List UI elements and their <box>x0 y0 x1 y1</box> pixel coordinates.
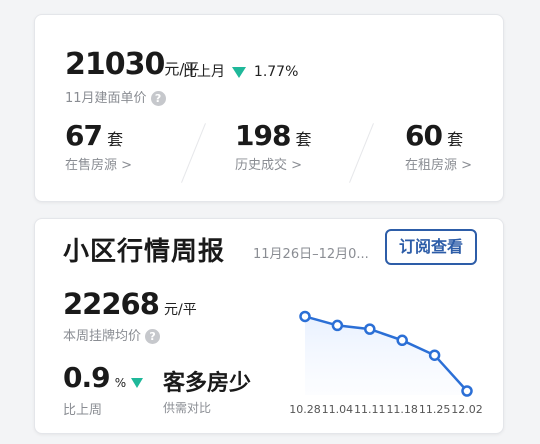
wow-row: 0.9 % <box>63 361 144 394</box>
stat-value: 198 <box>235 119 291 152</box>
chart-area-fill <box>305 316 467 395</box>
weekly-price-caption: 本周挂牌均价 <box>63 329 142 344</box>
divider <box>181 123 206 183</box>
wow-caption: 比上周 <box>63 403 103 418</box>
chart-point <box>396 334 408 347</box>
weekly-price-unit: 元/平 <box>164 302 197 318</box>
chart-x-tick-label: 11.11 <box>354 403 386 416</box>
price-value: 21030 <box>65 47 165 82</box>
question-circle-icon[interactable]: ? <box>145 329 161 344</box>
chart-point <box>364 323 376 335</box>
report-title: 小区行情周报 <box>63 237 226 267</box>
supply-demand-value: 客多房少 <box>163 371 252 396</box>
stat-unit: 套 <box>295 130 312 149</box>
stat-unit: 套 <box>447 130 464 149</box>
chart-x-tick-label: 11.18 <box>386 403 418 416</box>
wow-value: 0.9 <box>63 361 111 394</box>
price-summary-card: 21030元/平 比上月 1.77% 11月建面单价? 67 套 在售房源 > … <box>34 14 504 202</box>
chevron-right-icon: > <box>291 158 303 173</box>
supply-demand-caption: 供需对比 <box>163 401 212 415</box>
chart-x-tick-label: 10.28 <box>289 403 321 416</box>
chevron-right-icon: > <box>461 158 473 173</box>
chart-point <box>299 310 311 323</box>
weekly-price-caption-row: 本周挂牌均价? <box>63 325 161 344</box>
stat-for-rent[interactable]: 60 套 在租房源 > <box>405 119 472 173</box>
subscribe-button[interactable]: 订阅查看 <box>385 229 477 265</box>
chart-x-tick-label: 12.02 <box>451 403 483 416</box>
triangle-down-icon <box>232 66 247 78</box>
stat-value: 67 <box>65 119 103 152</box>
stat-label: 历史成交 <box>235 158 288 173</box>
question-circle-icon[interactable]: ? <box>150 91 166 106</box>
weekly-report-card: 小区行情周报 11月26日–12月0... 订阅查看 22268 元/平 本周挂… <box>34 218 504 434</box>
chevron-right-icon: > <box>121 158 133 173</box>
mom-change: 比上月 1.77% <box>183 61 298 81</box>
price-caption-row: 11月建面单价? <box>65 87 166 106</box>
mom-change-value: 1.77% <box>253 64 299 80</box>
chart-point <box>331 319 344 332</box>
mom-label: 比上月 <box>183 64 225 80</box>
chart-point <box>461 385 473 397</box>
stat-unit: 套 <box>107 130 124 149</box>
price-caption: 11月建面单价 <box>65 91 147 106</box>
weekly-price-row: 22268 元/平 <box>63 287 197 321</box>
report-date-range: 11月26日–12月0... <box>253 247 369 262</box>
divider <box>349 123 374 183</box>
stat-history-deals[interactable]: 198 套 历史成交 > <box>235 119 312 173</box>
wow-unit: % <box>114 376 127 390</box>
stat-value: 60 <box>405 119 443 152</box>
chart-point <box>428 349 441 361</box>
chart-x-tick-label: 11.25 <box>419 403 451 416</box>
stat-label: 在租房源 <box>405 158 458 173</box>
weekly-price-value: 22268 <box>63 287 160 321</box>
price-trend-chart: 10.28 11.04 11.11 11.18 11.25 12.02 <box>289 310 483 416</box>
price-row: 21030元/平 <box>65 47 199 82</box>
triangle-down-icon <box>131 377 144 388</box>
chart-x-tick-label: 11.04 <box>322 403 354 416</box>
stat-for-sale[interactable]: 67 套 在售房源 > <box>65 119 132 173</box>
stat-label: 在售房源 <box>65 158 118 173</box>
